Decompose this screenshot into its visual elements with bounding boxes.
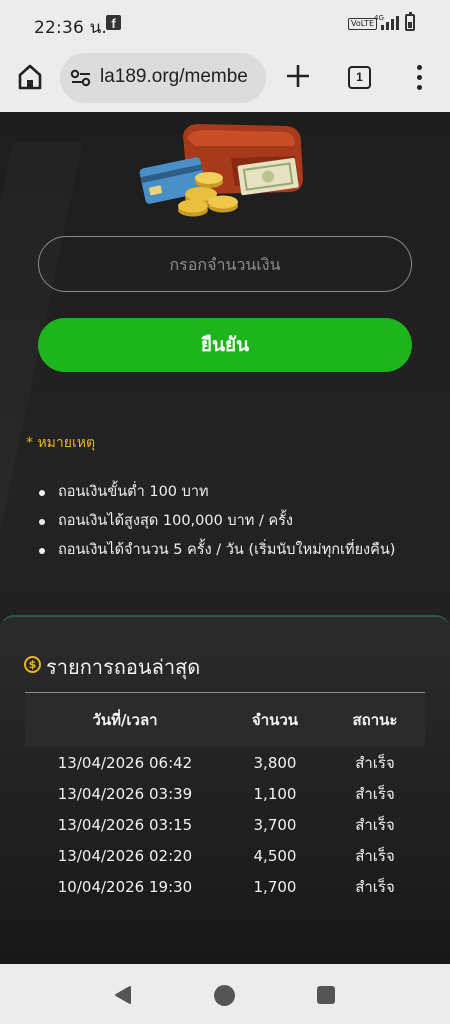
status-time: 22:36 น. (34, 18, 108, 38)
table-row: 13/04/2026 06:42 3,800 สำเร็จ (25, 747, 425, 778)
signal-icon (381, 16, 399, 30)
history-title: รายการถอนล่าสุด (46, 655, 201, 679)
status-bar: 22:36 น. f VoLTE 4G (0, 0, 450, 46)
home-icon[interactable] (15, 62, 45, 92)
row-amount: 3,700 (253, 815, 297, 834)
volte-indicator: VoLTE (348, 18, 378, 30)
row-status: สำเร็จ (355, 784, 395, 803)
row-date: 13/04/2026 02:20 (57, 846, 193, 865)
history-table: วันที่/เวลา จำนวน สถานะ 13/04/2026 06:42… (25, 693, 425, 902)
new-tab-icon[interactable] (284, 62, 312, 90)
amount-input[interactable] (38, 236, 412, 292)
row-amount: 3,800 (253, 753, 297, 772)
row-status: สำเร็จ (355, 815, 395, 834)
column-header-date: วันที่/เวลา (25, 693, 225, 747)
more-options-icon[interactable] (412, 64, 428, 92)
row-amount: 4,500 (253, 846, 297, 865)
row-amount: 1,700 (253, 877, 297, 896)
list-item: ถอนเงินได้จำนวน 5 ครั้ง / วัน (เริ่มนับใ… (38, 538, 395, 567)
facebook-icon: f (106, 15, 121, 31)
row-date: 13/04/2026 03:15 (57, 815, 193, 834)
url-text[interactable]: la189.org/membe (100, 66, 260, 88)
row-status: สำเร็จ (355, 753, 395, 772)
site-settings-icon[interactable] (70, 68, 92, 88)
row-date: 13/04/2026 06:42 (57, 753, 193, 772)
back-icon[interactable] (113, 985, 133, 1005)
recent-apps-icon[interactable] (317, 986, 335, 1004)
system-nav-bar (0, 964, 450, 1024)
table-row: 13/04/2026 02:20 4,500 สำเร็จ (25, 840, 425, 871)
list-item: ถอนเงินขั้นต่ำ 100 บาท (38, 480, 395, 509)
row-amount: 1,100 (253, 784, 297, 803)
table-row: 13/04/2026 03:15 3,700 สำเร็จ (25, 809, 425, 840)
row-status: สำเร็จ (355, 877, 395, 896)
coin-icon: $ (24, 656, 41, 673)
row-date: 10/04/2026 19:30 (57, 877, 193, 896)
address-bar[interactable]: la189.org/membe (60, 53, 266, 103)
column-header-amount: จำนวน (225, 693, 325, 747)
wallet-icon (139, 124, 303, 217)
withdraw-history-card: $ รายการถอนล่าสุด วันที่/เวลา จำนวน สถาน… (0, 615, 450, 964)
home-circle-icon[interactable] (214, 985, 235, 1006)
row-date: 13/04/2026 03:39 (57, 784, 193, 803)
table-row: 13/04/2026 03:39 1,100 สำเร็จ (25, 778, 425, 809)
column-header-status: สถานะ (325, 693, 425, 747)
battery-icon (405, 12, 415, 31)
table-row: 10/04/2026 19:30 1,700 สำเร็จ (25, 871, 425, 902)
browser-toolbar: la189.org/membe 1 (0, 46, 450, 112)
confirm-button[interactable]: ยืนยัน (38, 318, 412, 372)
list-item: ถอนเงินได้สูงสุด 100,000 บาท / ครั้ง (38, 509, 395, 538)
rules-list: ถอนเงินขั้นต่ำ 100 บาท ถอนเงินได้สูงสุด … (38, 480, 395, 567)
row-status: สำเร็จ (355, 846, 395, 865)
tabs-icon[interactable]: 1 (348, 66, 371, 89)
withdraw-page: ยืนยัน * หมายเหตุ ถอนเงินขั้นต่ำ 100 บาท… (0, 112, 450, 964)
note-title: * หมายเหตุ (26, 435, 96, 451)
table-header-row: วันที่/เวลา จำนวน สถานะ (25, 693, 425, 747)
